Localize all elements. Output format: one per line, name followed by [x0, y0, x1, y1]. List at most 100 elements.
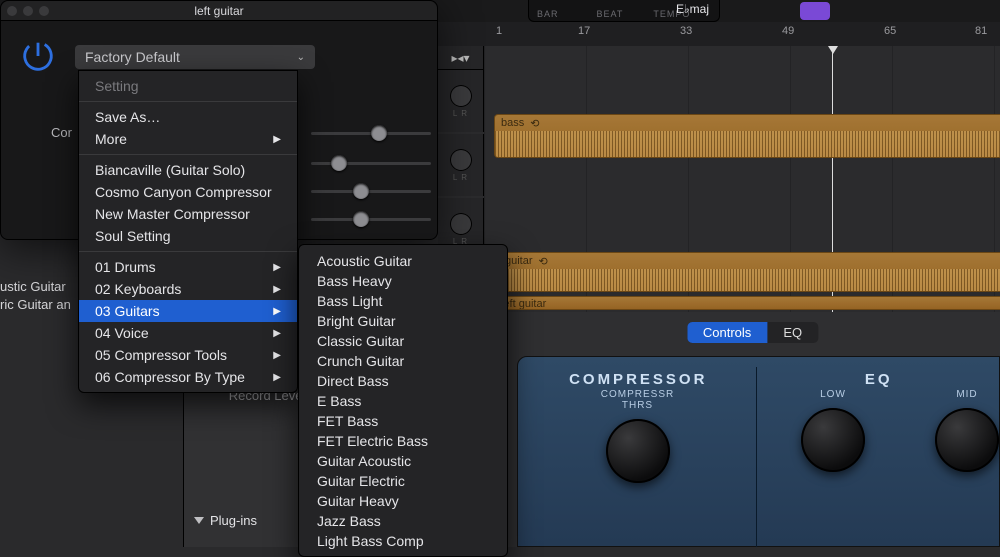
window-traffic-lights[interactable] — [7, 6, 49, 16]
tab-eq[interactable]: EQ — [767, 322, 818, 343]
power-icon[interactable] — [19, 37, 57, 75]
loop-icon: ⟲ — [530, 117, 539, 130]
submenu-arrow-icon: ▶ — [273, 328, 281, 339]
knob-group: COMPRESSR THRS — [594, 389, 681, 483]
menu-item-more[interactable]: More▶ — [79, 128, 297, 150]
menu-item-user-preset[interactable]: Biancaville (Guitar Solo) — [79, 159, 297, 181]
submenu-arrow-icon: ▶ — [273, 134, 281, 145]
menu-separator — [79, 154, 297, 155]
loop-icon: ⟲ — [539, 255, 548, 268]
menu-item-category[interactable]: 05 Compressor Tools▶ — [79, 344, 297, 366]
menu-item-user-preset[interactable]: New Master Compressor — [79, 203, 297, 225]
smart-controls-panel: Controls EQ COMPRESSOR EQ COMPRESSR THRS… — [505, 312, 1000, 547]
plugin-slider[interactable] — [311, 123, 431, 143]
waveform-icon — [495, 131, 1000, 157]
submenu-item[interactable]: Crunch Guitar — [299, 351, 507, 371]
pan-knob-icon[interactable] — [450, 85, 472, 107]
menu-separator — [79, 251, 297, 252]
ruler-mark: 81 — [975, 25, 987, 37]
section-label-compressor: COMPRESSOR — [518, 371, 759, 388]
submenu-arrow-icon: ▶ — [273, 284, 281, 295]
submenu-item[interactable]: Bass Heavy — [299, 271, 507, 291]
lcd-bar-label: BAR — [537, 9, 559, 19]
menu-item-save-as[interactable]: Save As… — [79, 106, 297, 128]
track-header[interactable]: L R — [438, 134, 484, 196]
preset-submenu-guitars: Acoustic Guitar Bass Heavy Bass Light Br… — [298, 244, 508, 557]
submenu-item[interactable]: Guitar Heavy — [299, 491, 507, 511]
fx-panel: COMPRESSOR EQ COMPRESSR THRS LOW MID — [517, 356, 1000, 547]
track-name-fragment[interactable]: ric Guitar an — [0, 296, 71, 314]
submenu-item[interactable]: Bright Guitar — [299, 311, 507, 331]
knob-label: LOW — [801, 389, 865, 400]
menu-item-user-preset[interactable]: Cosmo Canyon Compressor — [79, 181, 297, 203]
submenu-arrow-icon: ▶ — [273, 372, 281, 383]
chevron-down-icon: ⌄ — [297, 52, 305, 63]
preset-name: Factory Default — [85, 49, 180, 65]
ruler-mark: 33 — [680, 25, 692, 37]
region-name: guitar — [505, 255, 533, 267]
knob-group: LOW — [801, 389, 865, 483]
lcd-key[interactable]: E♭maj — [676, 2, 709, 16]
submenu-item[interactable]: Jazz Bass — [299, 511, 507, 531]
preset-menu: Setting Save As… More▶ Biancaville (Guit… — [78, 70, 298, 393]
menu-item-category[interactable]: 06 Compressor By Type▶ — [79, 366, 297, 388]
menu-separator — [79, 101, 297, 102]
ruler-mark: 17 — [578, 25, 590, 37]
knob-group: MID — [935, 389, 999, 483]
ruler-mark: 49 — [782, 25, 794, 37]
menu-item-user-preset[interactable]: Soul Setting — [79, 225, 297, 247]
compressor-threshold-knob[interactable] — [606, 419, 670, 483]
submenu-arrow-icon: ▶ — [273, 262, 281, 273]
submenu-arrow-icon: ▶ — [273, 350, 281, 361]
submenu-item[interactable]: Guitar Acoustic — [299, 451, 507, 471]
waveform-icon — [499, 269, 1000, 291]
arrange-area: 1 17 33 49 65 81 97 ▸◂▾ L R L R L R bass… — [438, 22, 1000, 312]
label-compressor-side: Cor — [51, 125, 72, 140]
toolbar-button[interactable] — [800, 2, 830, 20]
audio-region-bass[interactable]: bass ⟲ — [494, 114, 1000, 158]
audio-region-guitar[interactable]: guitar ⟲ — [498, 252, 1000, 292]
track-name-fragment[interactable]: ustic Guitar — [0, 278, 71, 296]
lcd-beat-label: BEAT — [597, 9, 624, 19]
submenu-item[interactable]: Live Bass — [299, 551, 507, 557]
pan-knob-icon[interactable] — [450, 149, 472, 171]
lcd-display: BAR BEAT TEMPO E♭maj — [528, 0, 720, 22]
plugin-slider[interactable] — [311, 181, 431, 201]
disclosure-triangle-icon — [194, 517, 204, 524]
plugin-slider[interactable] — [311, 153, 431, 173]
audio-region-left-guitar[interactable]: left guitar — [494, 296, 1000, 310]
preset-selector[interactable]: Factory Default ⌄ — [75, 45, 315, 69]
eq-low-knob[interactable] — [801, 408, 865, 472]
submenu-item[interactable]: Acoustic Guitar — [299, 251, 507, 271]
track-menu-icon[interactable]: ▸◂▾ — [438, 46, 484, 70]
ruler-mark: 1 — [496, 25, 502, 37]
smart-tab-segment: Controls EQ — [687, 322, 818, 343]
eq-mid-knob[interactable] — [935, 408, 999, 472]
section-label-eq: EQ — [759, 371, 1000, 388]
submenu-item[interactable]: Classic Guitar — [299, 331, 507, 351]
tab-controls[interactable]: Controls — [687, 322, 767, 343]
submenu-item[interactable]: FET Bass — [299, 411, 507, 431]
submenu-item[interactable]: Direct Bass — [299, 371, 507, 391]
pan-knob-icon[interactable] — [450, 213, 472, 235]
submenu-item[interactable]: Bass Light — [299, 291, 507, 311]
divider — [756, 367, 757, 547]
submenu-item[interactable]: FET Electric Bass — [299, 431, 507, 451]
submenu-item[interactable]: Guitar Electric — [299, 471, 507, 491]
menu-item-category[interactable]: 01 Drums▶ — [79, 256, 297, 278]
menu-item-category-selected[interactable]: 03 Guitars▶ — [79, 300, 297, 322]
menu-item-category[interactable]: 04 Voice▶ — [79, 322, 297, 344]
menu-item-category[interactable]: 02 Keyboards▶ — [79, 278, 297, 300]
plugin-slider[interactable] — [311, 209, 431, 229]
track-list-fragment: ustic Guitar ric Guitar an — [0, 278, 71, 314]
knob-label: COMPRESSR THRS — [594, 389, 681, 411]
submenu-item[interactable]: E Bass — [299, 391, 507, 411]
timeline-ruler[interactable]: 1 17 33 49 65 81 97 — [438, 22, 1000, 46]
knob-label: MID — [935, 389, 999, 400]
ruler-mark: 65 — [884, 25, 896, 37]
plugin-window-title: left guitar — [1, 1, 437, 21]
region-name: bass — [501, 117, 524, 129]
submenu-item[interactable]: Light Bass Comp — [299, 531, 507, 551]
track-header[interactable]: L R — [438, 70, 484, 132]
submenu-arrow-icon: ▶ — [273, 306, 281, 317]
